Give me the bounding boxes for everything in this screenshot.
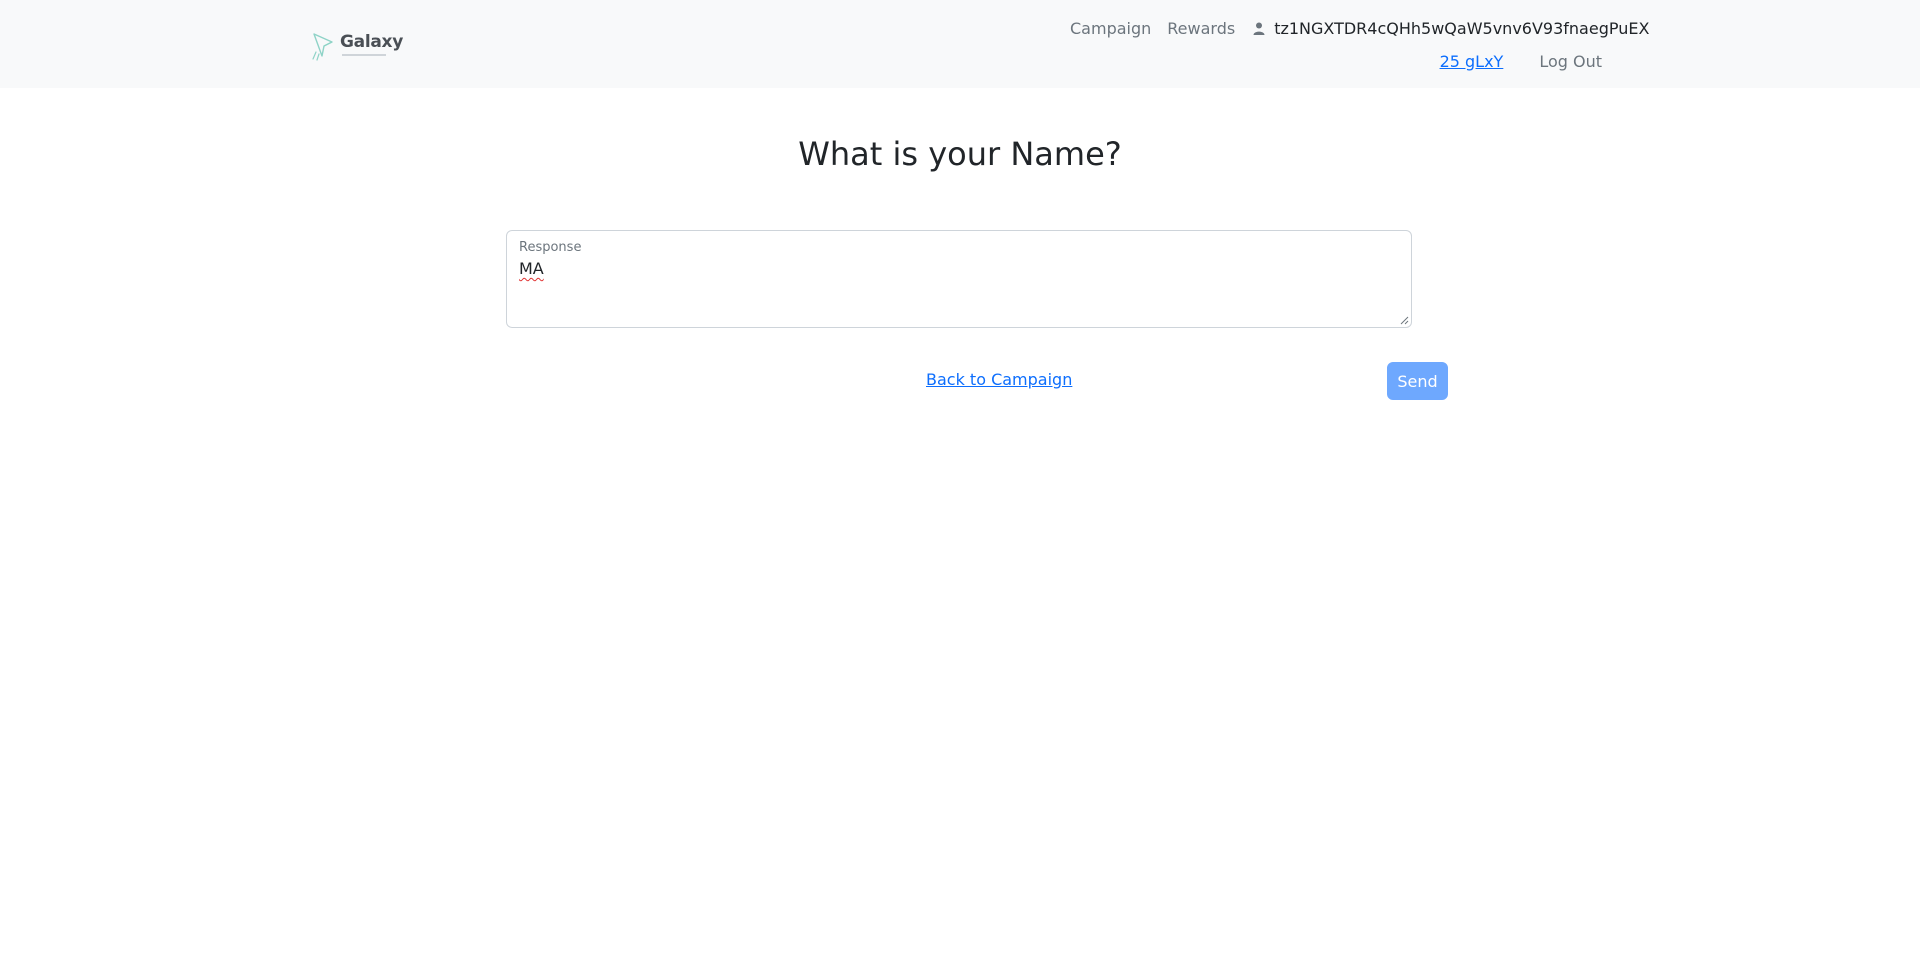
question-title: What is your Name? <box>798 135 1122 173</box>
nav-top-row: Campaign Rewards tz1NGXTDR4cQHh5wQaW5vnv… <box>1070 17 1649 39</box>
back-to-campaign-link[interactable]: Back to Campaign <box>926 370 1072 389</box>
balance-link[interactable]: 25 gLxY <box>1440 52 1504 71</box>
response-label: Response <box>519 240 582 255</box>
logo-tagline-mark <box>342 54 386 56</box>
logo-text: Galaxy <box>340 32 403 52</box>
person-icon <box>1253 22 1265 35</box>
resize-handle-icon[interactable] <box>1399 315 1409 325</box>
nav-rewards-link[interactable]: Rewards <box>1167 19 1235 38</box>
response-value[interactable]: MA <box>519 259 544 278</box>
user-address: tz1NGXTDR4cQHh5wQaW5vnv6V93fnaegPuEX <box>1274 18 1650 38</box>
rocket-icon <box>312 33 333 61</box>
nav-bottom-row: 25 gLxY Log Out <box>1440 50 1602 72</box>
top-navbar: Galaxy Campaign Rewards tz1NGXTDR4cQHh5w… <box>0 0 1920 88</box>
response-textarea[interactable]: Response MA <box>506 230 1412 328</box>
logout-link[interactable]: Log Out <box>1539 52 1602 71</box>
send-button[interactable]: Send <box>1387 362 1448 400</box>
galaxy-logo[interactable]: Galaxy <box>310 28 403 62</box>
nav-campaign-link[interactable]: Campaign <box>1070 19 1151 38</box>
